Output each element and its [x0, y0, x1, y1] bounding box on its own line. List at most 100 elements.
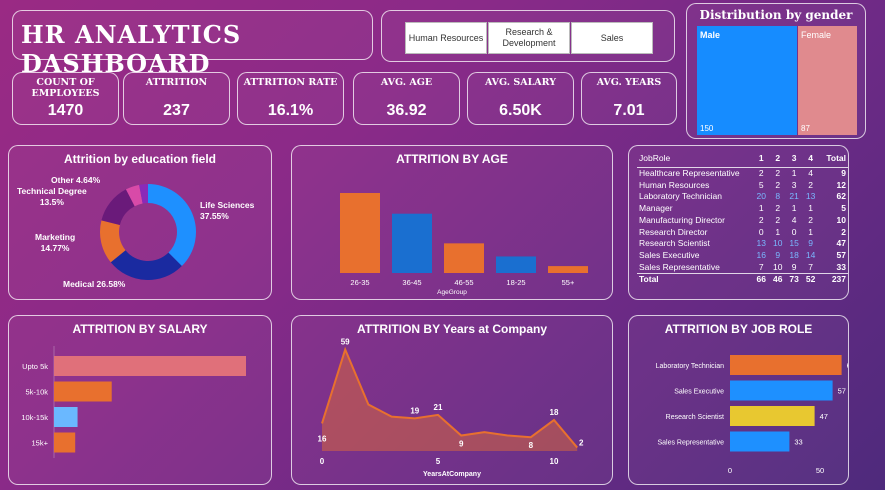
- cell-total: 47: [836, 238, 846, 249]
- kpi-avg-salary: AVG. SALARY 6.50K: [467, 72, 574, 125]
- salary-tick-label: 15k+: [32, 439, 49, 448]
- gender-male-label: Male: [700, 30, 721, 40]
- table-row: Research Scientist 13 10 15 9 47: [637, 238, 848, 250]
- slicer-research-development-button[interactable]: Research & Development: [488, 22, 570, 54]
- salary-bar-upto 5k[interactable]: [54, 356, 246, 376]
- jobrole-data-label: 62: [847, 361, 848, 370]
- kpi-label: AVG. YEARS: [596, 77, 662, 88]
- kpi-label: ATTRITION RATE: [243, 77, 338, 88]
- cell-value: 2: [808, 179, 813, 190]
- age-tick-label: 18-25: [506, 278, 525, 287]
- jobrole-name: Manufacturing Director: [639, 214, 725, 225]
- cell-value: 9: [808, 238, 813, 249]
- age-bar-36-45[interactable]: [392, 213, 432, 273]
- label-medical: Medical 26.58%: [63, 279, 126, 289]
- jobrole-name: Human Resources: [639, 179, 710, 190]
- years-data-label: 16: [318, 434, 327, 443]
- table-row: Healthcare Representative 2 2 1 4 9: [637, 168, 848, 180]
- salary-tick-label: Upto 5k: [22, 362, 48, 371]
- salary-tick-label: 5k-10k: [25, 388, 48, 397]
- cell-value: 2: [775, 203, 781, 214]
- cell-value: 4: [808, 168, 813, 178]
- cell-value: 13: [756, 238, 766, 249]
- kpi-label: ATTRITION: [145, 77, 208, 88]
- jobrole-matrix: JobRole 1 2 3 4 Total Healthcare Represe…: [637, 151, 848, 287]
- years-data-label: 9: [459, 440, 464, 449]
- donut-slice-life-sciences[interactable]: [148, 184, 196, 267]
- salary-bar-10k-15k[interactable]: [54, 407, 78, 427]
- cell-value: 16: [756, 249, 766, 260]
- cell-value: 1: [808, 226, 813, 237]
- jobrole-x-tick: 50: [816, 466, 824, 475]
- table-row: Manager 1 2 1 1 5: [637, 203, 848, 215]
- cell-value: 2: [775, 214, 781, 225]
- jobrole-name: Sales Executive: [639, 249, 700, 260]
- cell-value: 18: [789, 249, 799, 260]
- cell-value: 2: [758, 214, 764, 225]
- kpi-value: 1470: [47, 102, 84, 119]
- salary-bar-5k-10k[interactable]: [54, 381, 112, 402]
- cell-value: 21: [789, 191, 799, 202]
- header-4: 4: [802, 151, 819, 168]
- years-data-label: 18: [550, 408, 559, 417]
- jobrole-name: Research Director: [639, 226, 708, 237]
- age-bar-46-55[interactable]: [444, 243, 484, 273]
- cell-total: 10: [836, 214, 846, 225]
- jobrole-data-label: 57: [838, 387, 846, 396]
- cell-value: 3: [791, 179, 797, 190]
- age-bar-chart: 26-35 36-45 46-55 18-25 55+: [340, 193, 588, 287]
- cell-value: 5: [758, 179, 764, 190]
- jobrole-data-label: 33: [794, 438, 802, 447]
- cell-value: 15: [789, 238, 799, 249]
- age-tick-label: 36-45: [402, 278, 421, 287]
- header-jobrole: JobRole: [637, 151, 754, 168]
- age-bar-18-25[interactable]: [496, 256, 536, 273]
- cell-value: 10: [772, 238, 783, 249]
- years-data-label: 19: [410, 406, 419, 415]
- header-1: 1: [753, 151, 770, 168]
- label-other: Other 4.64%: [51, 175, 101, 185]
- header-3: 3: [785, 151, 803, 168]
- jobrole-bar-research-scientist[interactable]: [730, 406, 815, 426]
- jobrole-bar-laboratory-technician[interactable]: [730, 355, 842, 375]
- slicer-sales-button[interactable]: Sales: [571, 22, 653, 54]
- cell-value: 1: [791, 168, 797, 178]
- slicer-human-resources-button[interactable]: Human Resources: [405, 22, 487, 54]
- kpi-label: AVG. SALARY: [484, 77, 557, 88]
- jobrole-name: Sales Representative: [639, 261, 720, 272]
- table-row: Manufacturing Director 2 2 4 2 10: [637, 215, 848, 227]
- total-1: 66: [753, 273, 770, 287]
- jobrole-bar-sales-executive[interactable]: [730, 380, 833, 401]
- years-card: ATTRITION BY Years at Company 16 59 19 21 9 8…: [291, 315, 613, 485]
- years-data-label: 21: [434, 403, 443, 412]
- gender-male-value: 150: [700, 124, 714, 133]
- jobrole-chart-card: ATTRITION BY JOB ROLE Laboratory Technic…: [628, 315, 849, 485]
- years-area-chart: 16 59 19 21 9 8 18 2 0 5 10: [318, 338, 584, 466]
- label-technical-degree: Technical Degree 13.5%: [17, 186, 87, 207]
- cell-total: 12: [836, 179, 846, 190]
- jobrole-bar-sales-representative[interactable]: [730, 431, 790, 452]
- age-bar-26-35[interactable]: [340, 193, 380, 273]
- years-data-label: 59: [341, 338, 350, 347]
- kpi-label: AVG. AGE: [380, 77, 433, 88]
- table-row: Research Director 0 1 0 1 2: [637, 227, 848, 239]
- jobrole-tick-label: Laboratory Technician: [656, 363, 724, 370]
- jobrole-tick-label: Research Scientist: [666, 414, 724, 421]
- cell-total: 57: [836, 249, 846, 260]
- age-card: ATTRITION BY AGE 26-35 36-45 46-55 18-25 55+…: [291, 145, 613, 300]
- kpi-value: 6.50K: [499, 102, 542, 119]
- gender-card: Distribution by gender Male 150 Female 8…: [686, 3, 866, 139]
- age-bar-55+[interactable]: [548, 266, 588, 273]
- years-x-tick: 10: [550, 457, 559, 466]
- cell-value: 2: [758, 168, 764, 178]
- title-card: HR ANALYTICS DASHBOARD: [12, 10, 373, 78]
- kpi-avg-years: AVG. YEARS 7.01: [581, 72, 677, 125]
- cell-value: 0: [791, 226, 797, 237]
- gender-female-block[interactable]: Female 87: [798, 26, 857, 135]
- jobrole-tick-label: Sales Representative: [657, 440, 724, 447]
- gender-male-block[interactable]: Male 150: [697, 26, 797, 135]
- salary-bar-15k+[interactable]: [54, 432, 76, 453]
- cell-value: 1: [758, 203, 764, 214]
- total-4: 52: [802, 273, 819, 287]
- education-card: Attrition by education field Life Scienc…: [8, 145, 272, 300]
